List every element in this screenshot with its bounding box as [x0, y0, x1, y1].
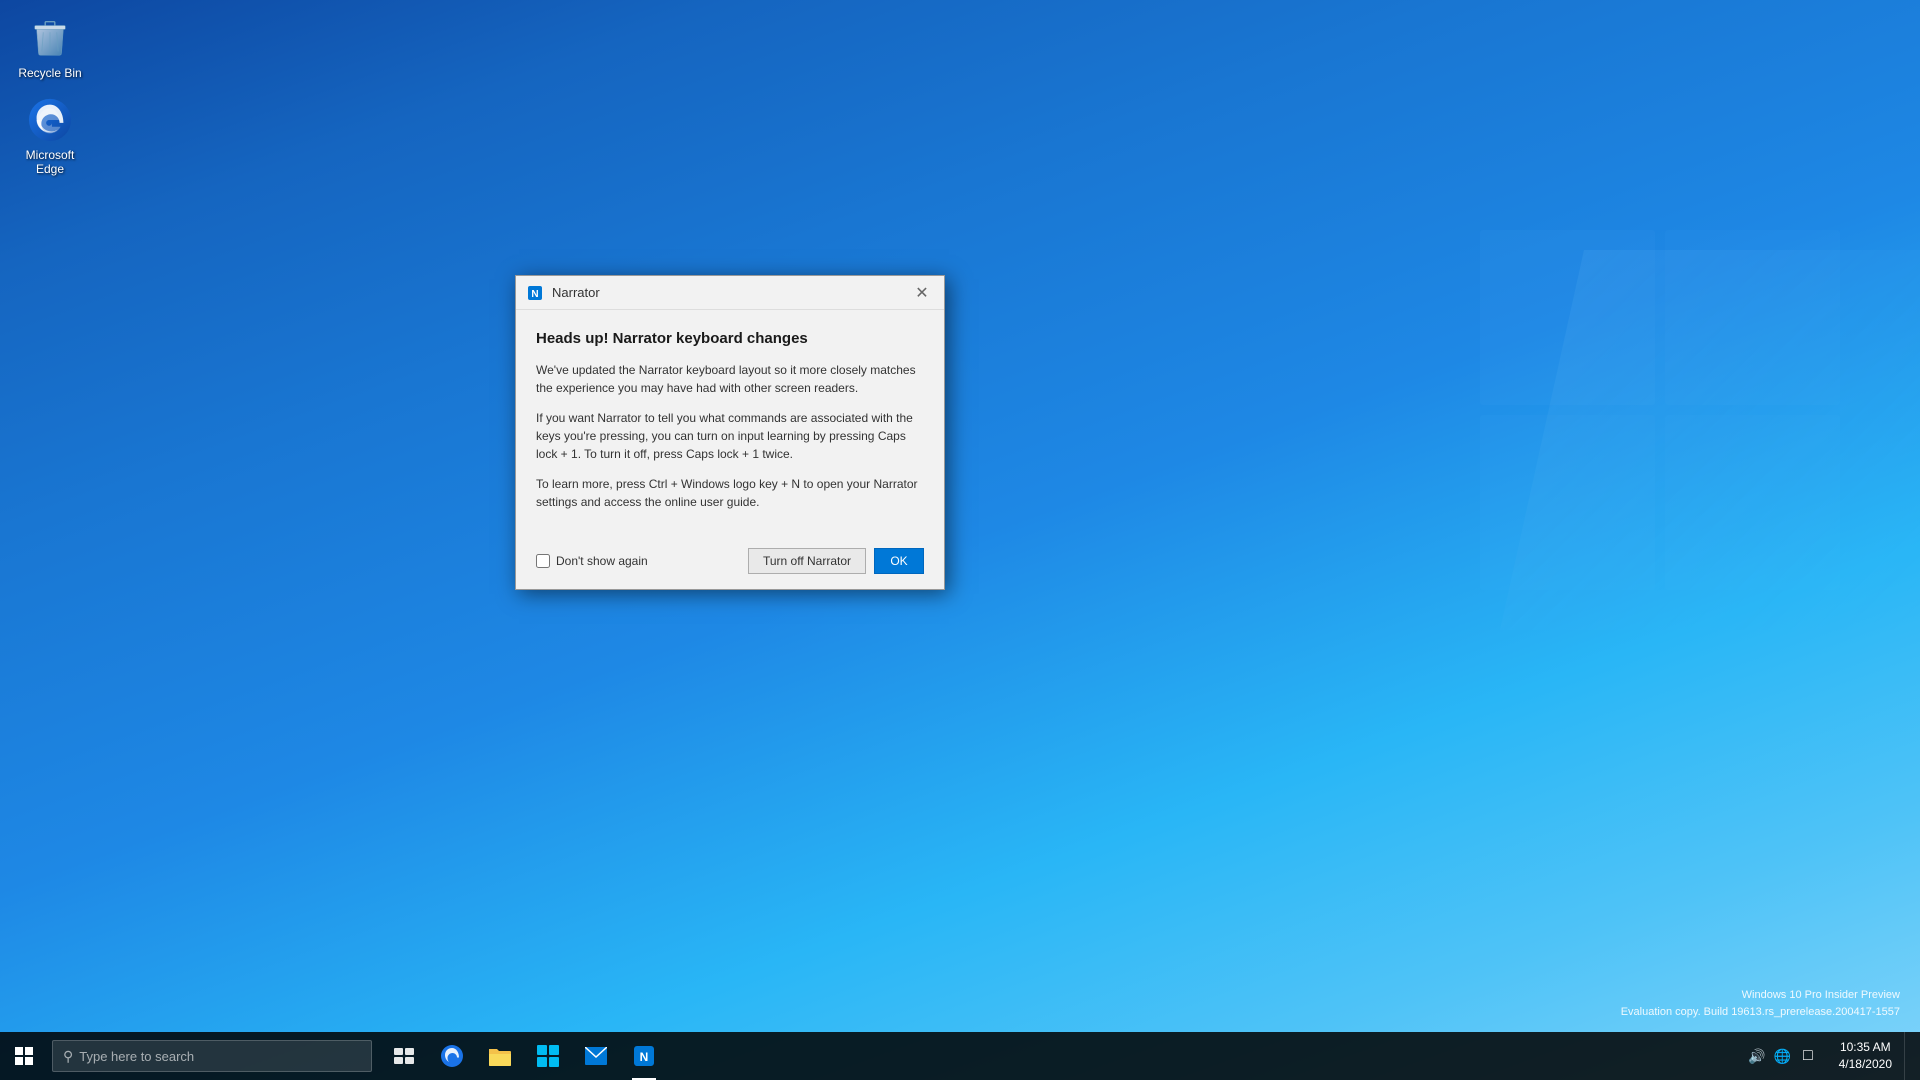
- desktop: Recycle Bin MicrosoftEdge: [0, 0, 1920, 1080]
- speaker-tray-icon[interactable]: 🔊: [1746, 1046, 1767, 1067]
- clock-area[interactable]: 10:35 AM 4/18/2020: [1827, 1032, 1904, 1080]
- taskbar-apps: N: [380, 1032, 668, 1080]
- taskbar-narrator-button[interactable]: N: [620, 1032, 668, 1080]
- dialog-buttons: Turn off Narrator OK: [748, 548, 924, 574]
- action-center-icon[interactable]: □: [1797, 1047, 1819, 1065]
- ok-button[interactable]: OK: [874, 548, 924, 574]
- dialog-heading: Heads up! Narrator keyboard changes: [536, 330, 924, 347]
- dialog-paragraph-3: To learn more, press Ctrl + Windows logo…: [536, 475, 924, 511]
- svg-text:N: N: [640, 1050, 649, 1064]
- edge-label: MicrosoftEdge: [26, 148, 75, 177]
- taskbar-file-explorer-button[interactable]: [476, 1032, 524, 1080]
- dialog-title: Narrator: [552, 285, 910, 300]
- evaluation-watermark: Windows 10 Pro Insider Preview Evaluatio…: [1621, 987, 1900, 1020]
- desktop-wallpaper-reflection: [1420, 200, 1920, 650]
- narrator-icon: N: [526, 284, 544, 302]
- dialog-close-button[interactable]: ✕: [910, 281, 934, 305]
- dialog-paragraph-1: We've updated the Narrator keyboard layo…: [536, 361, 924, 397]
- dialog-footer: Don't show again Turn off Narrator OK: [516, 538, 944, 589]
- dialog-titlebar: N Narrator ✕: [516, 276, 944, 310]
- watermark-line1: Windows 10 Pro Insider Preview: [1621, 987, 1900, 1004]
- taskbar-tray: 🔊 🌐 □ 10:35 AM 4/18/2020: [1738, 1032, 1920, 1080]
- network-tray-icon[interactable]: 🌐: [1772, 1046, 1793, 1067]
- taskbar-edge-button[interactable]: [428, 1032, 476, 1080]
- dont-show-again-text: Don't show again: [556, 554, 648, 568]
- taskbar-store-button[interactable]: [524, 1032, 572, 1080]
- watermark-line2: Evaluation copy. Build 19613.rs_prerelea…: [1621, 1004, 1900, 1021]
- recycle-bin-label: Recycle Bin: [18, 66, 81, 80]
- desktop-icon-recycle-bin[interactable]: Recycle Bin: [10, 10, 90, 84]
- tray-icons: 🔊 🌐 □: [1738, 1046, 1827, 1067]
- taskbar-mail-button[interactable]: [572, 1032, 620, 1080]
- desktop-icon-microsoft-edge[interactable]: MicrosoftEdge: [10, 92, 90, 181]
- taskbar-search-bar[interactable]: ⚲: [52, 1040, 372, 1072]
- clock-date: 4/18/2020: [1839, 1056, 1892, 1073]
- show-desktop-button[interactable]: [1904, 1032, 1912, 1080]
- task-view-button[interactable]: [380, 1032, 428, 1080]
- start-button[interactable]: [0, 1032, 48, 1080]
- narrator-dialog: N Narrator ✕ Heads up! Narrator keyboard…: [515, 275, 945, 590]
- edge-icon: [26, 96, 74, 144]
- taskbar: ⚲: [0, 1032, 1920, 1080]
- search-icon: ⚲: [63, 1048, 73, 1065]
- turn-off-narrator-button[interactable]: Turn off Narrator: [748, 548, 866, 574]
- dialog-body: Heads up! Narrator keyboard changes We'v…: [516, 310, 944, 538]
- clock-time: 10:35 AM: [1840, 1039, 1891, 1056]
- recycle-bin-icon: [26, 14, 74, 62]
- svg-text:N: N: [531, 289, 538, 300]
- dont-show-again-checkbox[interactable]: [536, 554, 550, 568]
- dialog-paragraph-2: If you want Narrator to tell you what co…: [536, 409, 924, 463]
- search-input[interactable]: [79, 1049, 361, 1064]
- dont-show-again-label[interactable]: Don't show again: [536, 554, 648, 568]
